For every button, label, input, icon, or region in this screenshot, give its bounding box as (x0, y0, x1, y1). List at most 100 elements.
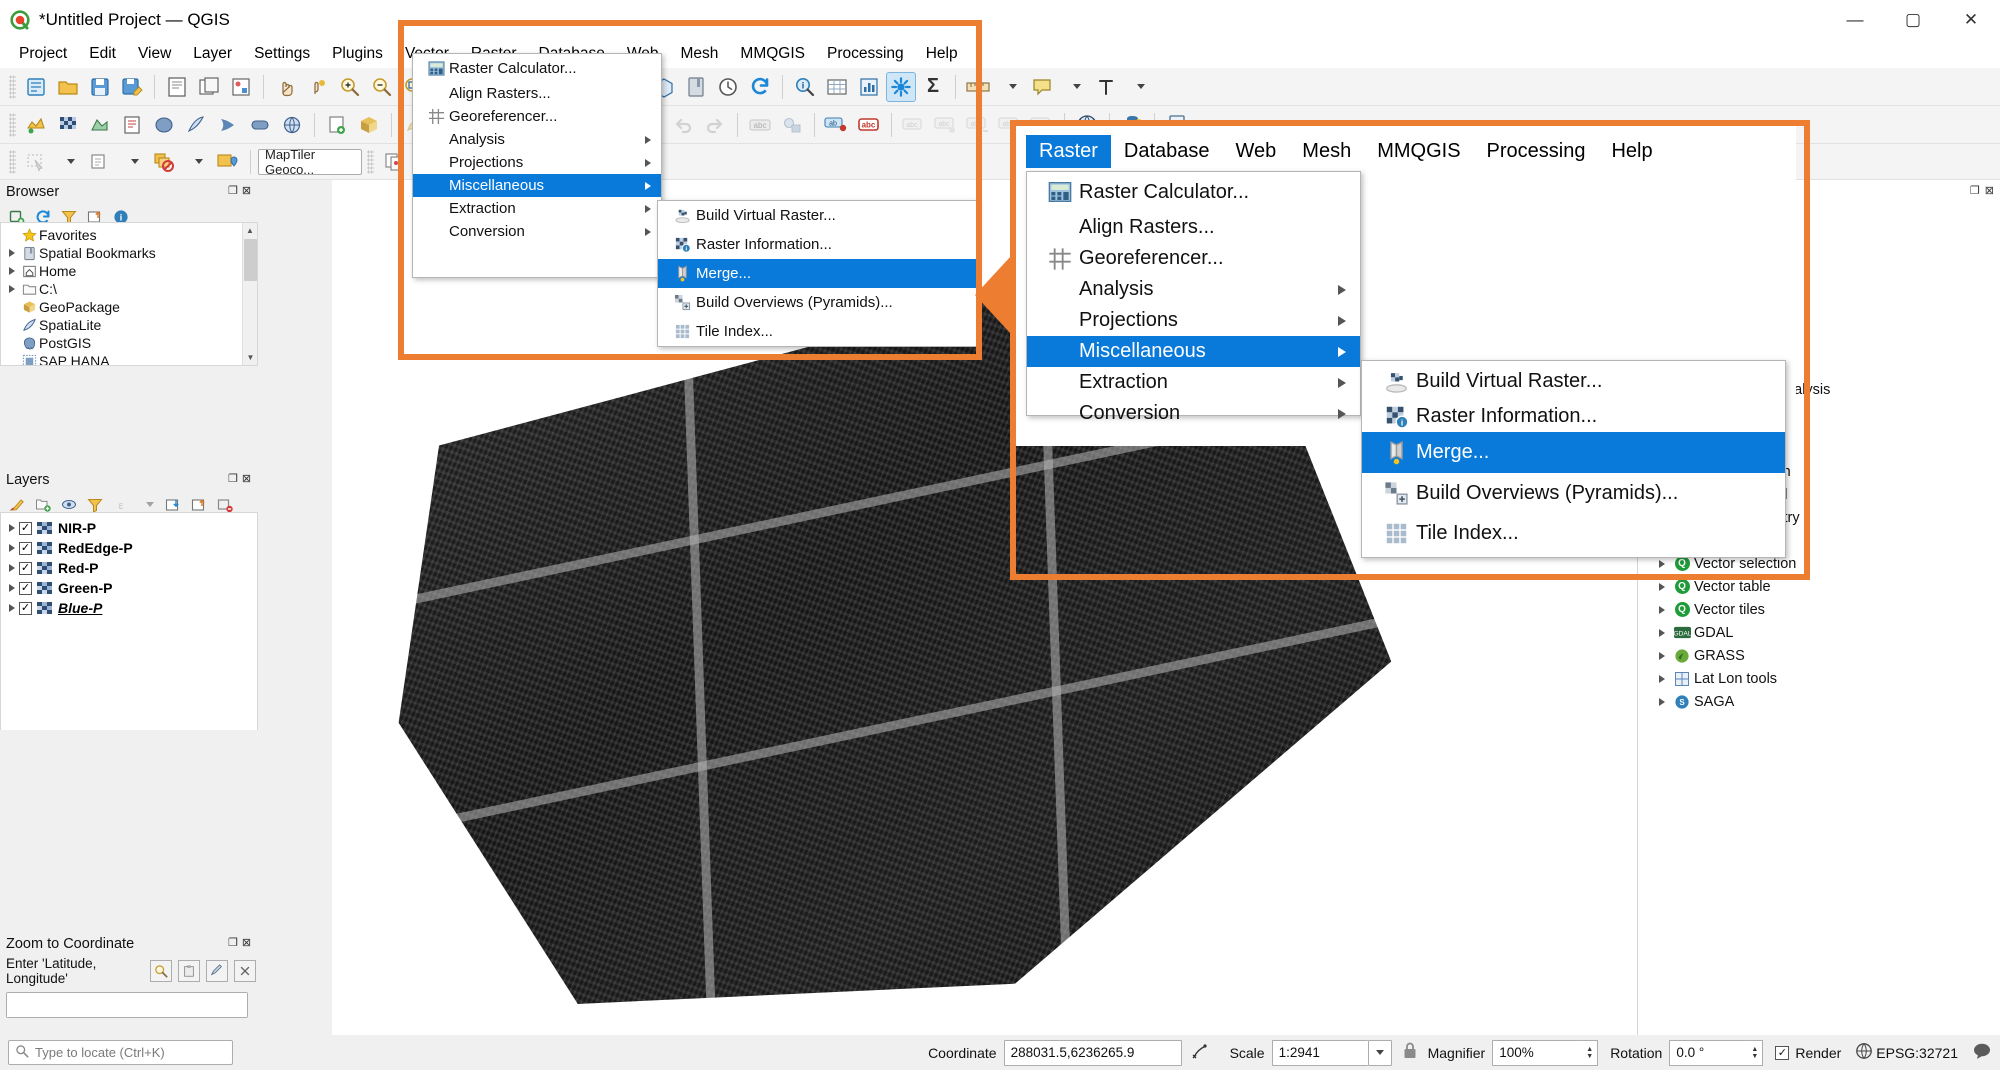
map-tips-icon[interactable] (1027, 72, 1057, 102)
magnified-menu-database[interactable]: Database (1111, 135, 1223, 168)
expander-icon[interactable] (5, 249, 19, 257)
misc-item-merge[interactable]: Merge... (658, 259, 976, 288)
miscellaneous-submenu-popup[interactable]: Build Virtual Raster... i Raster Informa… (657, 200, 977, 347)
open-project-icon[interactable] (53, 72, 83, 102)
magnified-raster-item-projections[interactable]: Projections (1027, 305, 1360, 336)
browser-close-icon[interactable]: ⊠ (242, 184, 251, 197)
select-by-location-icon[interactable] (213, 147, 243, 177)
label-pin-icon[interactable]: ab (822, 110, 852, 140)
scale-dropdown-icon[interactable] (1367, 1039, 1392, 1066)
toolbar-grip[interactable] (9, 149, 16, 174)
processing-item-gdal[interactable]: GDAL GDAL (1638, 621, 2000, 644)
annotation-icon[interactable] (1091, 72, 1121, 102)
temporal-controller-icon[interactable] (713, 72, 743, 102)
browser-item-c-drive[interactable]: C:\ (1, 280, 257, 298)
processing-item-saga[interactable]: S SAGA (1638, 690, 2000, 713)
magnified-raster-item-conversion[interactable]: Conversion (1027, 398, 1360, 429)
close-button[interactable]: ✕ (1942, 0, 2000, 40)
expander-icon[interactable] (1654, 605, 1670, 614)
show-bookmarks-icon[interactable] (681, 72, 711, 102)
layer-visibility-checkbox[interactable]: ✓ (19, 521, 32, 535)
expander-icon[interactable] (5, 584, 19, 592)
browser-item-favorites[interactable]: Favorites (1, 226, 257, 244)
refresh-canvas-icon[interactable] (745, 72, 775, 102)
magnified-menu-mesh[interactable]: Mesh (1289, 135, 1364, 168)
add-mssql-layer-icon[interactable] (213, 110, 243, 140)
undo-icon[interactable] (668, 110, 698, 140)
expander-icon[interactable] (1654, 582, 1670, 591)
zoom-out-icon[interactable] (367, 72, 397, 102)
lock-scale-icon[interactable] (1402, 1041, 1418, 1064)
expander-icon[interactable] (1654, 628, 1670, 637)
remove-layer-icon[interactable] (217, 497, 233, 513)
raster-menu-item-align-rasters[interactable]: Align Rasters... (413, 82, 661, 105)
pan-to-selection-icon[interactable] (303, 72, 333, 102)
magnified-misc-item-build-virtual-raster[interactable]: Build Virtual Raster... (1362, 361, 1785, 401)
statistics-icon[interactable] (854, 72, 884, 102)
processing-item-grass[interactable]: GRASS (1638, 644, 2000, 667)
map-tips-dropdown-icon[interactable] (1059, 72, 1089, 102)
browser-float-icon[interactable]: ❐ (228, 184, 238, 197)
rotate-label-icon[interactable]: abc (963, 110, 993, 140)
add-group-icon[interactable] (35, 497, 51, 513)
measure-dropdown-icon[interactable] (995, 72, 1025, 102)
misc-item-build-overviews[interactable]: Build Overviews (Pyramids)... (658, 288, 976, 317)
locator-bar[interactable]: Type to locate (Ctrl+K) (8, 1040, 233, 1065)
magnifier-spinner[interactable]: ▲ ▼ (1582, 1039, 1599, 1066)
magnified-menu-web[interactable]: Web (1223, 135, 1290, 168)
layers-close-icon[interactable]: ⊠ (242, 472, 251, 485)
menu-settings[interactable]: Settings (243, 41, 321, 67)
raster-menu-item-miscellaneous[interactable]: Miscellaneous (413, 174, 661, 197)
magnified-menu-mmqgis[interactable]: MMQGIS (1364, 135, 1473, 168)
menu-processing[interactable]: Processing (816, 41, 915, 67)
magnified-raster-item-extraction[interactable]: Extraction (1027, 367, 1360, 398)
browser-item-spatial-bookmarks[interactable]: Spatial Bookmarks (1, 244, 257, 262)
open-attribute-table-icon[interactable] (822, 72, 852, 102)
add-postgis-layer-icon[interactable] (149, 110, 179, 140)
zoom-in-icon[interactable] (335, 72, 365, 102)
processing-item-vector-tiles[interactable]: Q Vector tiles (1638, 598, 2000, 621)
minimize-button[interactable]: — (1826, 0, 1884, 40)
sum-statistics-icon[interactable]: Σ (918, 72, 948, 102)
scroll-up-icon[interactable]: ▲ (243, 223, 257, 238)
raster-menu-item-raster-calculator[interactable]: Raster Calculator... (413, 54, 661, 82)
new-geopackage-layer-icon[interactable] (354, 110, 384, 140)
add-oracle-layer-icon[interactable] (245, 110, 275, 140)
magnified-miscellaneous-submenu-popup[interactable]: Build Virtual Raster... i Raster Informa… (1361, 360, 1786, 558)
expression-filter-icon[interactable]: ε (113, 497, 129, 513)
magnified-raster-item-analysis[interactable]: Analysis (1027, 274, 1360, 305)
expander-icon[interactable] (5, 285, 19, 293)
select-by-value-dropdown-icon[interactable] (117, 147, 147, 177)
raster-menu-item-analysis[interactable]: Analysis (413, 128, 661, 151)
ztc-float-icon[interactable]: ❐ (228, 936, 238, 949)
magnified-menu-raster[interactable]: Raster (1026, 135, 1111, 168)
style-manager-icon[interactable] (226, 72, 256, 102)
coordinate-input[interactable] (6, 992, 248, 1018)
browser-item-home[interactable]: Home (1, 262, 257, 280)
filter-legend-icon[interactable] (87, 497, 103, 513)
layer-item-rededge-p[interactable]: ✓ RedEdge-P (1, 539, 257, 557)
magnified-misc-item-tile-index[interactable]: Tile Index... (1362, 513, 1785, 553)
layer-item-green-p[interactable]: ✓ Green-P (1, 579, 257, 597)
layer-item-red-p[interactable]: ✓ Red-P (1, 559, 257, 577)
pan-map-icon[interactable] (271, 72, 301, 102)
browser-item-postgis[interactable]: PostGIS (1, 334, 257, 352)
processing-close-icon[interactable]: ⊠ (1985, 184, 1994, 197)
clear-icon[interactable] (234, 960, 256, 982)
save-project-as-icon[interactable] (117, 72, 147, 102)
deselect-dropdown-icon[interactable] (181, 147, 211, 177)
processing-item-lat-lon-tools[interactable]: Lat Lon tools (1638, 667, 2000, 690)
extents-icon[interactable] (1190, 1041, 1210, 1064)
magnifier-value-field[interactable]: 100% (1492, 1039, 1583, 1066)
show-labels-icon[interactable]: abc (899, 110, 929, 140)
scale-value-field[interactable]: 1:2941 (1271, 1039, 1368, 1066)
magnified-misc-item-merge[interactable]: Merge... (1362, 432, 1785, 473)
expander-icon[interactable] (1654, 651, 1670, 660)
layout-manager-icon[interactable] (194, 72, 224, 102)
annotation-dropdown-icon[interactable] (1123, 72, 1153, 102)
new-print-layout-icon[interactable] (162, 72, 192, 102)
copy-style-icon[interactable] (379, 147, 409, 177)
paste-coordinate-icon[interactable] (178, 960, 200, 982)
expander-icon[interactable] (5, 604, 19, 612)
new-project-icon[interactable] (21, 72, 51, 102)
